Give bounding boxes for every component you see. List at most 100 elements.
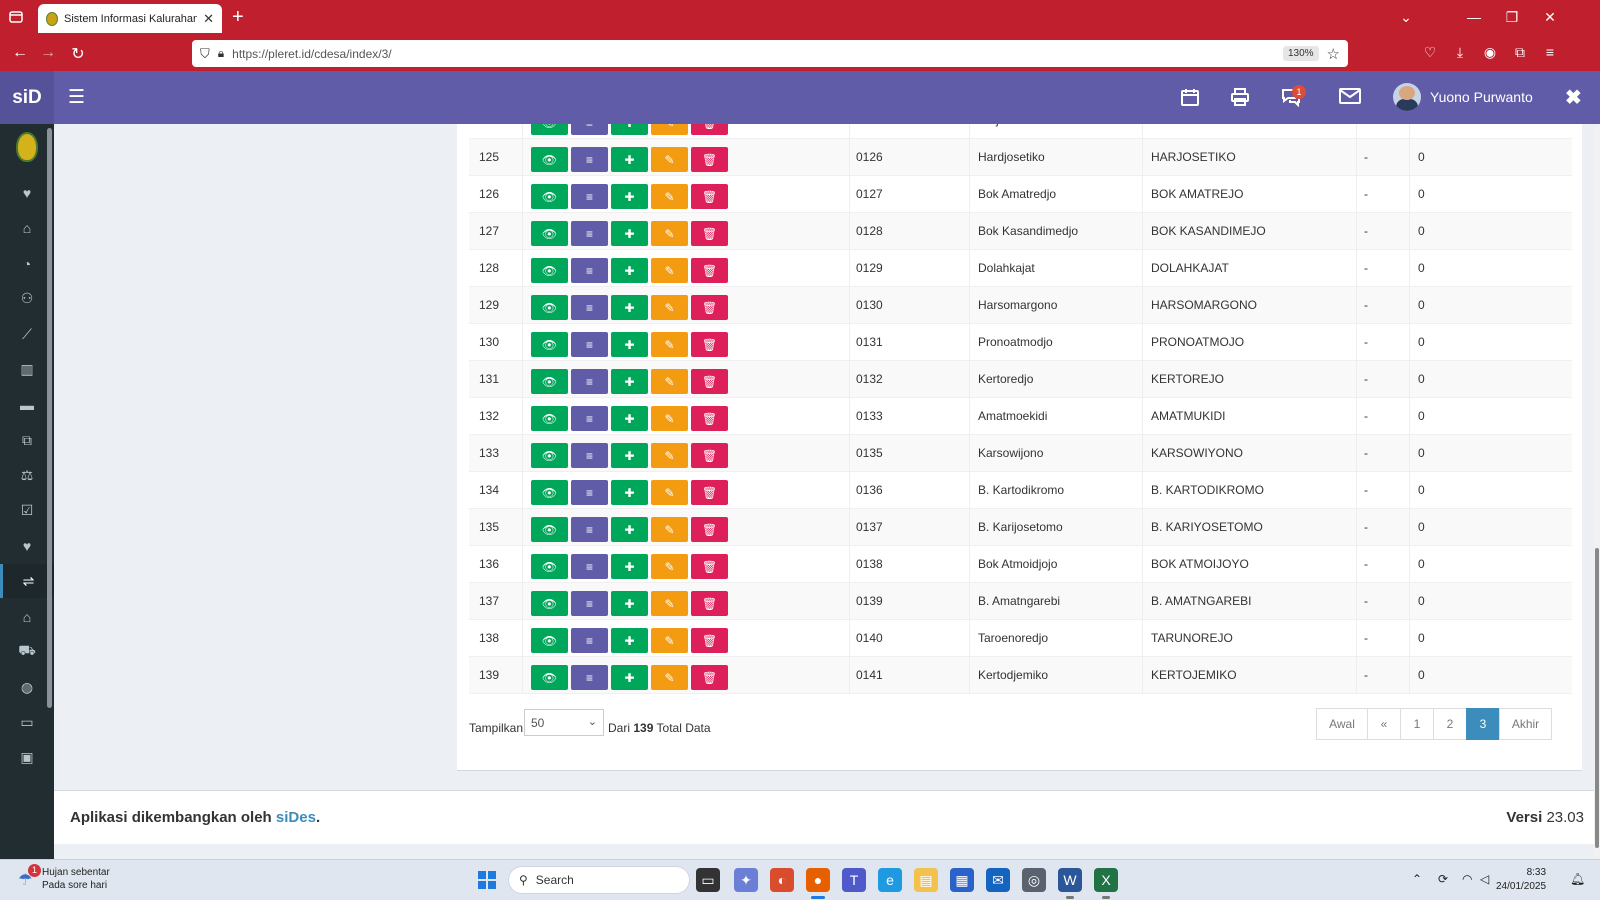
edit-button[interactable]: ✎ [651, 591, 688, 616]
list-button[interactable]: ≡ [571, 332, 608, 357]
tab-overflow-icon[interactable]: ⌄ [1396, 9, 1416, 26]
view-button[interactable]: 👁︎ [531, 665, 568, 690]
address-bar[interactable]: ⛉ 🔒︎ https://pleret.id/cdesa/index/3/ 13… [192, 40, 1348, 67]
view-button[interactable]: 👁︎ [531, 517, 568, 542]
menu-icon[interactable]: ≡ [1540, 44, 1560, 60]
close-icon[interactable]: ✖ [1565, 85, 1582, 110]
tray-overflow-icon[interactable]: ⌃ [1412, 872, 1422, 886]
edit-button[interactable]: ✎ [651, 221, 688, 246]
footer-credit-link[interactable]: siDes [276, 809, 316, 826]
minimize-icon[interactable]: — [1464, 9, 1484, 25]
delete-button[interactable]: 🗑︎ [691, 517, 728, 542]
view-button[interactable]: 👁︎ [531, 147, 568, 172]
list-button[interactable]: ≡ [571, 258, 608, 283]
view-button[interactable]: 👁︎ [531, 332, 568, 357]
forward-icon[interactable]: → [38, 44, 58, 62]
list-button[interactable]: ≡ [571, 480, 608, 505]
list-button[interactable]: ≡ [571, 147, 608, 172]
view-button[interactable]: 👁︎ [531, 221, 568, 246]
users-icon[interactable]: ⚇ [0, 282, 54, 316]
edit-button[interactable]: ✎ [651, 517, 688, 542]
close-tab-icon[interactable]: ✕ [203, 11, 214, 27]
windows-start-icon[interactable] [478, 871, 496, 889]
home-icon[interactable]: ⌂ [0, 211, 54, 245]
url-text[interactable]: https://pleret.id/cdesa/index/3/ [232, 47, 1275, 61]
taskbar-clock[interactable]: 8:33 24/01/2025 [1496, 866, 1546, 894]
notification-bell-icon[interactable]: 🔔︎ [1570, 872, 1585, 886]
delete-button[interactable]: 🗑︎ [691, 221, 728, 246]
delete-button[interactable]: 🗑︎ [691, 591, 728, 616]
add-button[interactable]: ✚ [611, 147, 648, 172]
reload-icon[interactable]: ↻ [68, 44, 88, 64]
view-button[interactable]: 👁︎ [531, 369, 568, 394]
user-name[interactable]: Yuono Purwanto [1430, 89, 1533, 105]
dashboard-icon[interactable]: ◔ [0, 247, 54, 281]
monitor-icon[interactable]: ▭ [0, 706, 54, 740]
edit-button[interactable]: ✎ [651, 295, 688, 320]
app-logo[interactable]: siD [0, 71, 54, 124]
view-button[interactable]: 👁︎ [531, 591, 568, 616]
back-icon[interactable]: ← [10, 44, 30, 62]
add-button[interactable]: ✚ [611, 443, 648, 468]
extensions-icon[interactable]: ⧉ [1510, 44, 1530, 61]
edit-button[interactable]: ✎ [651, 665, 688, 690]
delete-button[interactable]: 🗑︎ [691, 369, 728, 394]
view-button[interactable]: 👁︎ [531, 124, 568, 135]
list-button[interactable]: ≡ [571, 406, 608, 431]
add-button[interactable]: ✚ [611, 258, 648, 283]
wifi-icon[interactable]: ◠ [1462, 872, 1472, 886]
sidebar-toggle-icon[interactable]: ☰ [68, 86, 85, 109]
scrollbar-thumb[interactable] [1595, 548, 1599, 848]
delete-button[interactable]: 🗑︎ [691, 124, 728, 135]
add-button[interactable]: ✚ [611, 554, 648, 579]
calendar-icon[interactable] [1178, 87, 1202, 113]
checkbox-icon[interactable]: ☑ [0, 494, 54, 528]
balance-icon[interactable]: ⚖ [0, 458, 54, 492]
edit-button[interactable]: ✎ [651, 147, 688, 172]
add-button[interactable]: ✚ [611, 628, 648, 653]
view-button[interactable]: 👁︎ [531, 406, 568, 431]
archive-icon[interactable]: ▬ [0, 388, 54, 422]
sidebar-scrollbar[interactable] [47, 128, 52, 708]
delete-button[interactable]: 🗑︎ [691, 258, 728, 283]
account-icon[interactable]: ◉ [1480, 44, 1500, 61]
list-button[interactable]: ≡ [571, 295, 608, 320]
firefox-icon[interactable]: ● [806, 868, 830, 899]
delete-button[interactable]: 🗑︎ [691, 147, 728, 172]
excel-icon[interactable]: X [1094, 868, 1118, 899]
bookmark-star-icon[interactable]: ☆ [1327, 45, 1340, 63]
store-icon[interactable]: ▦ [950, 868, 974, 892]
copilot-icon[interactable]: ✦ [734, 868, 758, 892]
edit-button[interactable]: ✎ [651, 554, 688, 579]
add-button[interactable]: ✚ [611, 517, 648, 542]
word-icon[interactable]: W [1058, 868, 1082, 899]
copy-icon[interactable]: ⧉ [0, 423, 54, 457]
page-link[interactable]: 3 [1466, 708, 1500, 740]
list-button[interactable]: ≡ [571, 554, 608, 579]
add-button[interactable]: ✚ [611, 591, 648, 616]
delete-button[interactable]: 🗑︎ [691, 443, 728, 468]
list-button[interactable]: ≡ [571, 443, 608, 468]
page-link[interactable]: 2 [1433, 708, 1467, 740]
page-link[interactable]: Akhir [1499, 708, 1552, 740]
delete-button[interactable]: 🗑︎ [691, 295, 728, 320]
inbox-icon[interactable]: ▣ [0, 741, 54, 775]
window-close-icon[interactable]: ✕ [1540, 9, 1560, 26]
volume-icon[interactable]: ◁ [1480, 872, 1489, 886]
add-button[interactable]: ✚ [611, 332, 648, 357]
page-link[interactable]: « [1367, 708, 1401, 740]
edit-button[interactable]: ✎ [651, 480, 688, 505]
zoom-level[interactable]: 130% [1282, 46, 1319, 61]
restore-icon[interactable]: ❐ [1502, 9, 1522, 26]
view-button[interactable]: 👁︎ [531, 295, 568, 320]
book-icon[interactable]: ▥ [0, 353, 54, 387]
shield-icon[interactable]: ⛉ [200, 46, 210, 62]
view-button[interactable]: 👁︎ [531, 258, 568, 283]
page-size-select[interactable]: 50 ⌄ [524, 709, 604, 736]
add-button[interactable]: ✚ [611, 369, 648, 394]
page-link[interactable]: 1 [1400, 708, 1434, 740]
delete-button[interactable]: 🗑︎ [691, 406, 728, 431]
add-button[interactable]: ✚ [611, 480, 648, 505]
office-app-icon[interactable]: ◐ [770, 868, 794, 892]
view-button[interactable]: 👁︎ [531, 554, 568, 579]
